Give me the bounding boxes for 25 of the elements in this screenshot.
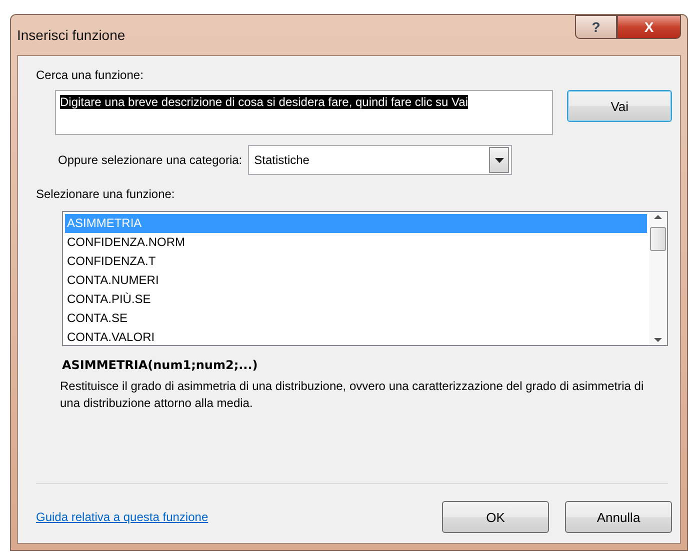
function-item[interactable]: CONTA.VALORI bbox=[65, 328, 647, 347]
help-button[interactable]: ? bbox=[575, 15, 617, 39]
search-label: Cerca una funzione: bbox=[36, 68, 144, 82]
function-item[interactable]: CONFIDENZA.NORM bbox=[65, 233, 647, 252]
function-description: Restituisce il grado di asimmetria di una distribuzione, ovvero una caratterizzazione del grado di asimmetria di una distribuzione attorno alla media. bbox=[60, 378, 645, 412]
scroll-down-icon bbox=[654, 338, 662, 342]
cancel-button[interactable]: Annulla bbox=[565, 501, 672, 533]
scrollbar[interactable] bbox=[649, 212, 667, 345]
function-item[interactable]: CONTA.NUMERI bbox=[65, 271, 647, 290]
function-item[interactable]: CONTA.SE bbox=[65, 309, 647, 328]
category-label: Oppure selezionare una categoria: bbox=[58, 153, 242, 167]
function-item[interactable]: CONFIDENZA.T bbox=[65, 252, 647, 271]
function-list-label: Selezionare una funzione: bbox=[36, 187, 176, 201]
ok-button[interactable]: OK bbox=[442, 501, 549, 533]
close-button[interactable]: X bbox=[617, 15, 681, 39]
help-link[interactable]: Guida relativa a questa funzione bbox=[36, 510, 208, 524]
function-signature: ASIMMETRIA(num1;num2;...) bbox=[62, 358, 259, 372]
window-title: Inserisci funzione bbox=[17, 27, 126, 43]
go-button[interactable]: Vai bbox=[567, 90, 672, 122]
scroll-up-icon bbox=[654, 215, 662, 219]
function-item[interactable]: CONTA.PIÙ.SE bbox=[65, 290, 647, 309]
search-field[interactable]: Digitare una breve descrizione di cosa si desidera fare, quindi fare clic su Vai bbox=[55, 90, 554, 135]
scroll-thumb[interactable] bbox=[650, 227, 666, 251]
dropdown-arrow-icon bbox=[494, 158, 504, 162]
category-dropdown[interactable]: Statistiche bbox=[248, 145, 512, 175]
